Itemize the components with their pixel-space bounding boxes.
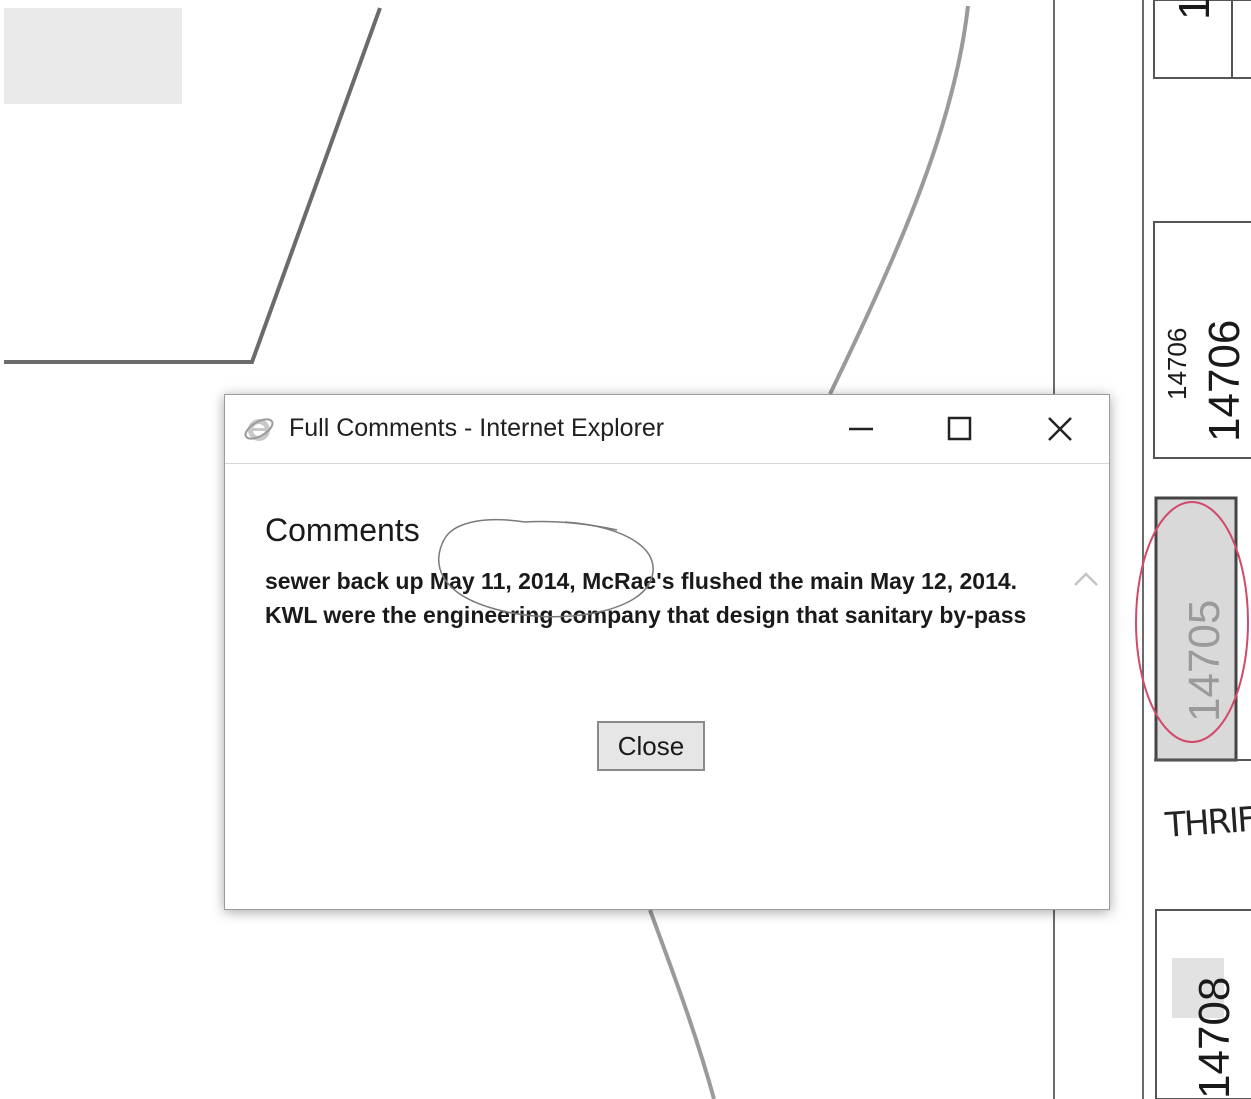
parcel-number-14708: 14708 xyxy=(1190,976,1239,1099)
internet-explorer-icon xyxy=(244,418,274,441)
full-comments-dialog: Full Comments - Internet Explorer Commen… xyxy=(224,394,1110,910)
chevron-up-icon xyxy=(1074,572,1098,586)
close-button[interactable]: Close xyxy=(597,721,705,771)
scroll-up-button[interactable] xyxy=(1071,564,1101,594)
maximize-icon xyxy=(947,416,972,441)
minimize-icon xyxy=(849,427,873,431)
maximize-button[interactable] xyxy=(925,403,995,455)
shaded-box xyxy=(4,8,182,104)
close-window-button[interactable] xyxy=(1025,403,1095,455)
dialog-content[interactable]: Comments sewer back up May 11, 2014, McR… xyxy=(225,464,1109,909)
parcel-number-top: 1 xyxy=(1170,0,1219,20)
parcel-number-14706: 14706 xyxy=(1200,319,1249,442)
road-curve-line-lower xyxy=(648,909,716,1099)
close-icon xyxy=(1048,417,1072,441)
parcel-number-14705: 14705 xyxy=(1180,599,1229,722)
road-curve-line xyxy=(828,5,970,395)
title-bar[interactable]: Full Comments - Internet Explorer xyxy=(225,395,1109,464)
comment-text: sewer back up May 11, 2014, McRae's flus… xyxy=(265,568,1027,628)
scroll-down-button[interactable] xyxy=(1071,904,1101,909)
window-title: Full Comments - Internet Explorer xyxy=(289,414,665,442)
handwritten-note: THRIF xyxy=(1164,799,1251,846)
comments-heading: Comments xyxy=(265,512,420,548)
minimize-button[interactable] xyxy=(826,403,896,455)
parcel-number-14706-small: 14706 xyxy=(1162,327,1192,400)
